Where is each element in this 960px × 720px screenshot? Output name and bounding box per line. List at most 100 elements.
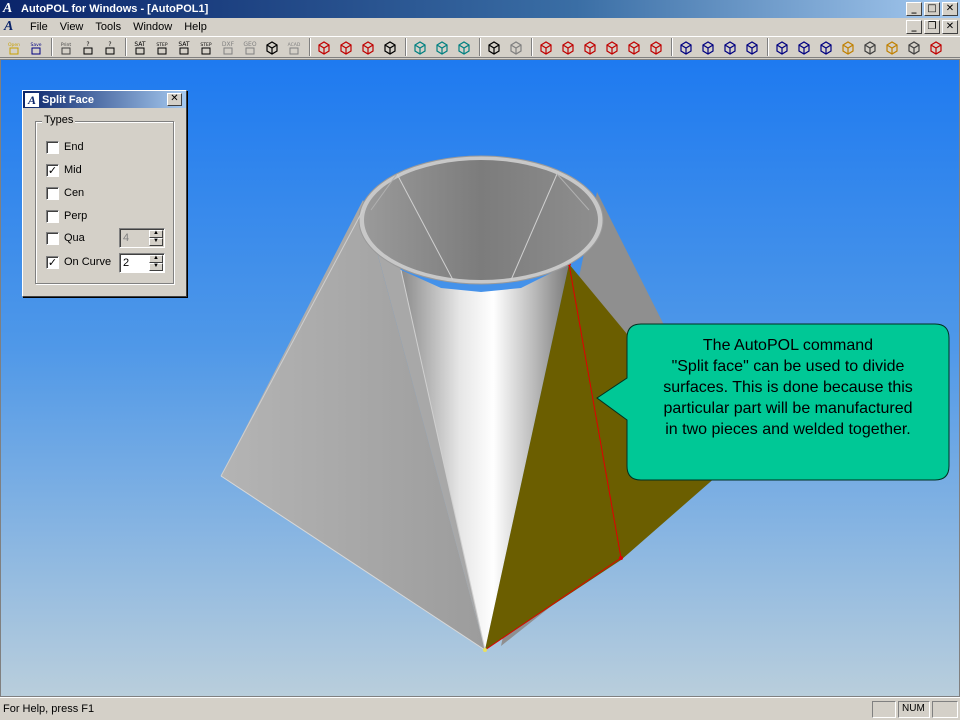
on-curve-down-arrow-icon[interactable]: ▼ — [149, 263, 163, 271]
svg-text:SAT: SAT — [134, 41, 146, 48]
select-2-button[interactable] — [506, 38, 525, 56]
option-end[interactable]: End — [46, 139, 84, 155]
option-on-curve[interactable]: ✓ On Curve — [46, 254, 111, 270]
callout-line-3: surfaces. This is done because this — [663, 379, 913, 396]
qua-checkbox[interactable] — [46, 231, 59, 245]
num-lock-indicator: NUM — [898, 700, 930, 718]
on-curve-label: On Curve — [64, 256, 112, 268]
model-viewport[interactable]: The AutoPOL command "Split face" can be … — [0, 59, 960, 697]
option-perp[interactable]: Perp — [46, 208, 87, 224]
context-help-button[interactable]: ? — [100, 38, 119, 56]
zoom-in-button[interactable] — [336, 38, 355, 56]
menu-window[interactable]: Window — [127, 21, 178, 33]
measure-button[interactable] — [772, 38, 791, 56]
pencil-button[interactable] — [838, 38, 857, 56]
toolbar-separator — [531, 38, 533, 56]
sat-export-button[interactable]: SAT — [174, 38, 193, 56]
blue-solid-2-button[interactable] — [698, 38, 717, 56]
shaded-box-3-button[interactable] — [454, 38, 473, 56]
doc-close-button[interactable]: ✕ — [942, 20, 958, 34]
perp-checkbox[interactable] — [46, 209, 59, 223]
view-icon — [819, 41, 832, 55]
zoom-window-button[interactable] — [314, 38, 333, 56]
svg-text:Save: Save — [30, 42, 41, 48]
doc-minimize-button[interactable]: _ — [906, 20, 922, 34]
red-cube-3-icon — [583, 41, 596, 55]
option-cen[interactable]: Cen — [46, 185, 84, 201]
geo-export-button[interactable]: GEO — [240, 38, 259, 56]
step-import-icon: STEP — [156, 42, 167, 55]
grid-button[interactable] — [262, 38, 281, 56]
dialog-title-bar[interactable]: A Split Face — [23, 91, 186, 108]
blue-solid-3-button[interactable] — [720, 38, 739, 56]
toolbar-separator — [51, 38, 53, 56]
open-button[interactable]: Open — [4, 38, 23, 56]
cen-checkbox[interactable] — [46, 186, 59, 200]
step-export-button[interactable]: STEP — [196, 38, 215, 56]
end-checkbox[interactable] — [46, 140, 59, 154]
option-qua[interactable]: Qua — [46, 230, 85, 246]
acad-link-icon: ACAD — [287, 42, 300, 55]
ruler-icon — [885, 41, 898, 55]
document-icon[interactable]: A — [4, 20, 18, 34]
status-bar: For Help, press F1 NUM — [0, 697, 960, 720]
shaded-box-button[interactable] — [410, 38, 429, 56]
on-curve-checkbox[interactable]: ✓ — [46, 255, 59, 269]
shaded-box-2-icon — [435, 41, 448, 55]
red-cube-6-button[interactable] — [646, 38, 665, 56]
blue-solid-1-button[interactable] — [676, 38, 695, 56]
blue-solid-2-icon — [701, 41, 714, 55]
qua-up-arrow-icon: ▲ — [149, 230, 163, 238]
close-button[interactable]: ✕ — [942, 2, 958, 16]
on-curve-value[interactable]: 2 — [123, 257, 129, 269]
on-curve-spinner[interactable]: 2 ▲ ▼ — [119, 253, 165, 273]
menu-view[interactable]: View — [54, 21, 90, 33]
toolbar: Open Save Print?? SAT STEP SAT STEP DXF GEO ACAD — [0, 36, 960, 58]
menu-tools[interactable]: Tools — [89, 21, 127, 33]
dxf-export-button[interactable]: DXF — [218, 38, 237, 56]
save-button[interactable]: Save — [26, 38, 45, 56]
split-button[interactable] — [926, 38, 945, 56]
red-cube-4-button[interactable] — [602, 38, 621, 56]
view-button[interactable] — [816, 38, 835, 56]
red-cube-1-icon — [539, 41, 552, 55]
menu-bar: A File View Tools Window Help _ ❐ ✕ — [0, 18, 960, 36]
svg-text:STEP: STEP — [200, 42, 211, 48]
move-icon — [797, 41, 810, 55]
acad-link-button[interactable]: ACAD — [284, 38, 303, 56]
title-bar: A AutoPOL for Windows - [AutoPOL1] _ □ ✕ — [0, 0, 960, 18]
red-cube-4-icon — [605, 41, 618, 55]
tools-button[interactable] — [904, 38, 923, 56]
menu-help[interactable]: Help — [178, 21, 213, 33]
sat-import-button[interactable]: SAT — [130, 38, 149, 56]
dialog-close-button[interactable]: ✕ — [167, 93, 182, 106]
shaded-box-2-button[interactable] — [432, 38, 451, 56]
red-cube-5-button[interactable] — [624, 38, 643, 56]
blue-solid-4-button[interactable] — [742, 38, 761, 56]
minimize-button[interactable]: _ — [906, 2, 922, 16]
move-button[interactable] — [794, 38, 813, 56]
red-cube-3-button[interactable] — [580, 38, 599, 56]
mid-checkbox[interactable]: ✓ — [46, 163, 59, 177]
svg-text:GEO: GEO — [243, 41, 256, 48]
print-button[interactable]: Print — [56, 38, 75, 56]
help-icon: ? — [83, 41, 92, 55]
on-curve-up-arrow-icon[interactable]: ▲ — [149, 255, 163, 263]
select-button[interactable] — [484, 38, 503, 56]
maximize-button[interactable]: □ — [924, 2, 940, 16]
menu-file[interactable]: File — [24, 21, 54, 33]
help-button[interactable]: ? — [78, 38, 97, 56]
red-cube-1-button[interactable] — [536, 38, 555, 56]
option-mid[interactable]: ✓ Mid — [46, 162, 82, 178]
callout-text: The AutoPOL command "Split face" can be … — [629, 335, 947, 440]
ruler-button[interactable] — [882, 38, 901, 56]
doc-restore-button[interactable]: ❐ — [924, 20, 940, 34]
red-cube-2-button[interactable] — [558, 38, 577, 56]
svg-text:DXF: DXF — [221, 41, 234, 48]
pencil-icon — [841, 41, 854, 55]
step-import-button[interactable]: STEP — [152, 38, 171, 56]
zoom-all-button[interactable] — [358, 38, 377, 56]
pan-button[interactable] — [380, 38, 399, 56]
list-button[interactable] — [860, 38, 879, 56]
geo-export-icon: GEO — [243, 41, 256, 55]
